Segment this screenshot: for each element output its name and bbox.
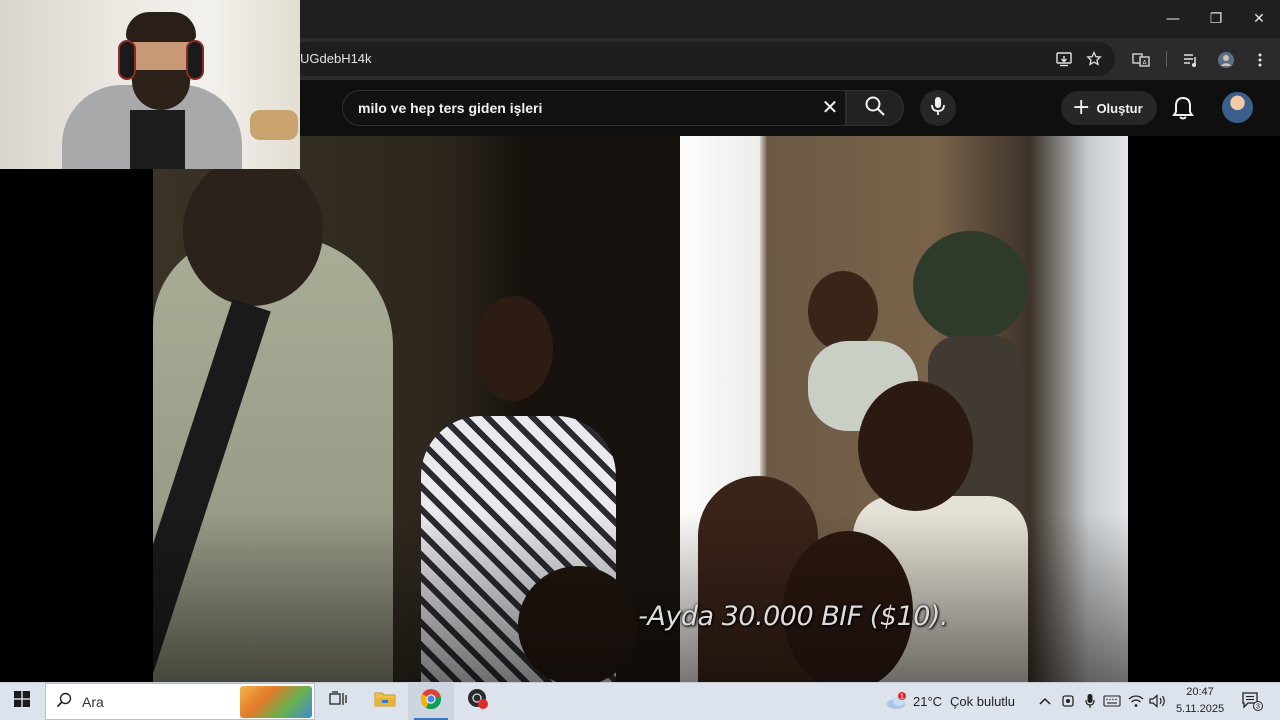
youtube-search-input[interactable]: milo ve hep ters giden işleri (342, 90, 846, 126)
chrome-taskbar-button[interactable] (408, 682, 454, 720)
video-subtitle: -Ayda 30.000 BIF ($10). (638, 601, 948, 632)
video-figure-elder-head (913, 231, 1028, 341)
wifi-icon[interactable] (1127, 692, 1145, 710)
search-icon (864, 95, 886, 122)
screen: — ❐ ✕ UGdebH14k A milo ve hep ters giden… (0, 0, 1280, 720)
search-button[interactable] (846, 90, 904, 126)
plus-icon: + (1072, 95, 1091, 120)
taskbar-search-placeholder: Ara (82, 693, 104, 710)
record-app-icon (467, 688, 489, 715)
search-query-text: milo ve hep ters giden işleri (358, 100, 543, 116)
clock-date[interactable]: 5.11.2025 (1172, 703, 1228, 715)
weather-badge: 1 (900, 694, 904, 701)
clear-search-button[interactable]: ✕ (818, 95, 842, 119)
video-shadow (153, 512, 1128, 682)
folder-icon (374, 690, 396, 713)
microphone-tray-icon[interactable] (1081, 692, 1099, 710)
translate-icon[interactable]: A (1131, 50, 1151, 70)
search-icon (56, 692, 72, 712)
create-button[interactable]: + Oluştur (1061, 91, 1157, 125)
weather-temperature: 21°C (913, 694, 943, 709)
task-view-button[interactable] (315, 682, 361, 720)
chrome-icon (420, 688, 442, 715)
notifications-bell-icon[interactable] (1171, 95, 1195, 121)
taskbar-search-box[interactable]: Ara (45, 683, 315, 720)
install-app-icon[interactable] (1055, 50, 1073, 68)
recording-app-button[interactable] (455, 682, 501, 720)
video-figure-baby-head (808, 271, 878, 351)
notification-count: 3 (1256, 704, 1260, 711)
video-figure-man-head (183, 156, 323, 306)
file-explorer-button[interactable] (362, 682, 408, 720)
browser-menu-icon[interactable] (1250, 50, 1270, 70)
webcam-person-hair (126, 12, 196, 42)
webcam-background-object (250, 110, 298, 140)
task-view-icon (329, 690, 347, 712)
keyboard-language-icon[interactable] (1103, 692, 1121, 710)
camera-tray-icon[interactable] (1059, 692, 1077, 710)
toolbar-separator (1166, 51, 1167, 67)
webcam-person-shirt (130, 110, 185, 169)
profile-avatar-icon[interactable] (1216, 50, 1236, 70)
weather-description: Çok bulutlu (950, 694, 1016, 709)
weather-cloud-icon[interactable]: 1 (885, 692, 909, 710)
volume-icon[interactable] (1149, 692, 1167, 710)
chevron-up-icon[interactable] (1036, 692, 1054, 710)
voice-search-button[interactable] (920, 90, 956, 126)
media-controls-icon[interactable] (1181, 50, 1201, 70)
clock-time[interactable]: 20:47 (1176, 686, 1224, 698)
url-text: UGdebH14k (300, 51, 372, 66)
video-figure-woman-head (473, 296, 553, 401)
headset-left-icon (118, 40, 136, 80)
close-window-button[interactable]: ✕ (1237, 0, 1280, 38)
video-figure-boy-head (858, 381, 973, 511)
search-highlight-illustration (240, 686, 312, 718)
headset-right-icon (186, 40, 204, 80)
bookmark-star-icon[interactable] (1085, 50, 1103, 68)
microphone-icon (930, 96, 946, 121)
address-bar[interactable]: UGdebH14k (290, 42, 1115, 76)
start-button[interactable] (0, 682, 44, 720)
notification-center-icon[interactable]: 3 (1240, 692, 1264, 711)
restore-button[interactable]: ❐ (1194, 0, 1238, 38)
windows-logo-icon (14, 690, 30, 712)
webcam-overlay (0, 0, 300, 169)
youtube-account-avatar[interactable] (1222, 92, 1253, 123)
create-label: Oluştur (1096, 100, 1143, 116)
minimize-button[interactable]: — (1151, 0, 1195, 38)
video-player[interactable]: -Ayda 30.000 BIF ($10). (153, 136, 1128, 682)
